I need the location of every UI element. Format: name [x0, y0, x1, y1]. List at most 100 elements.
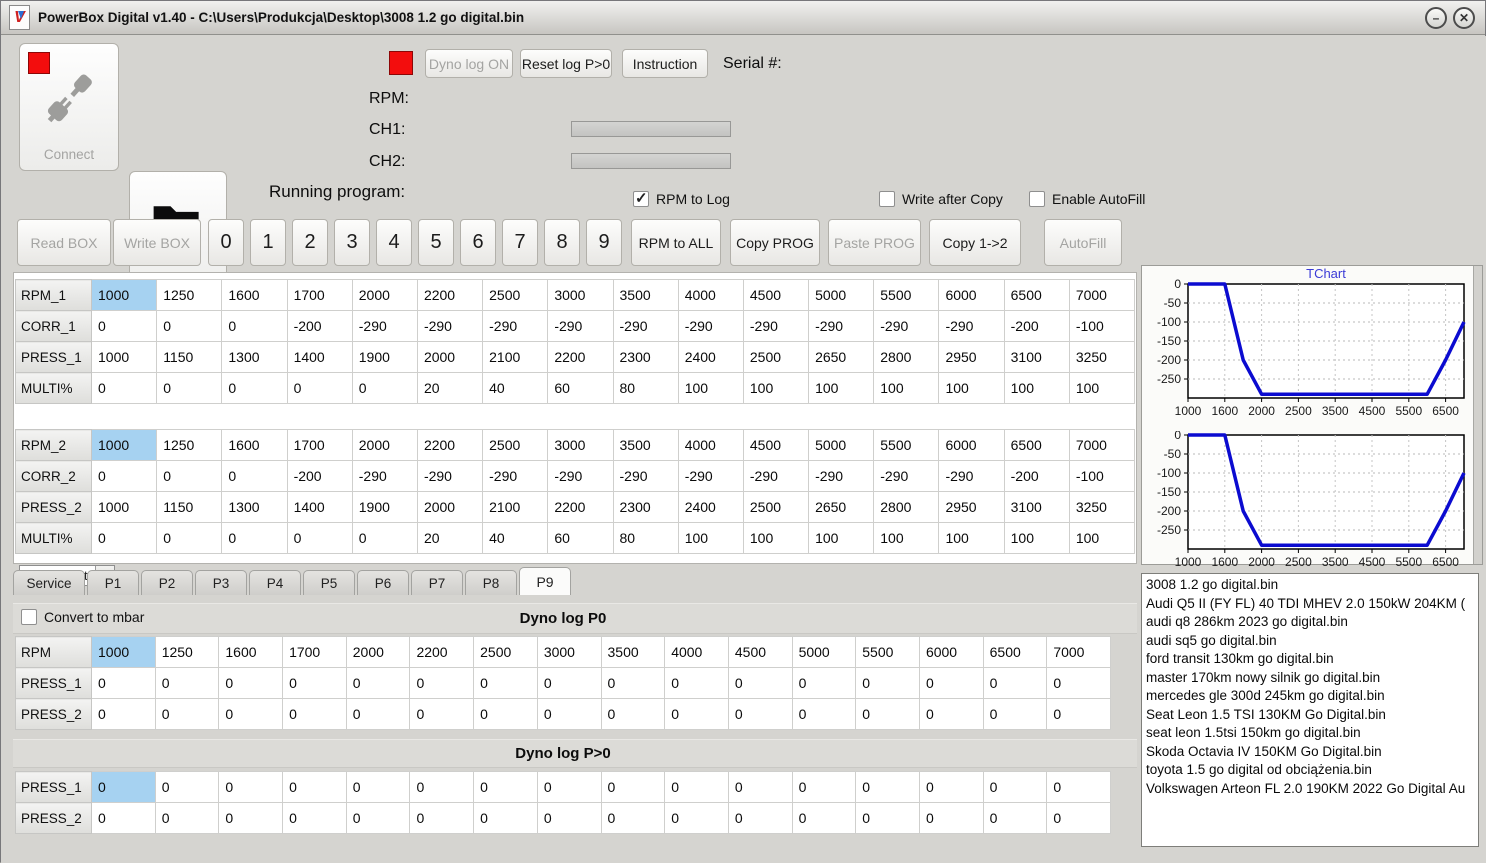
cell-rpm-0[interactable]: 1000: [91, 636, 156, 668]
cell-multi%-3[interactable]: 0: [286, 372, 353, 404]
cell-rpm_2-8[interactable]: 3500: [612, 429, 679, 461]
cell-rpm_2-5[interactable]: 2200: [416, 429, 484, 461]
cell-rpm_1-0[interactable]: 1000: [90, 279, 158, 311]
cell-multi%-15[interactable]: 100: [1068, 372, 1136, 404]
cell-press_2-7[interactable]: 0: [536, 802, 602, 834]
cell-rpm_2-0[interactable]: 1000: [90, 429, 158, 461]
cell-press_2-1[interactable]: 0: [154, 698, 220, 730]
cell-multi%-4[interactable]: 0: [351, 372, 418, 404]
cell-multi%-9[interactable]: 100: [677, 522, 744, 554]
cell-multi%-12[interactable]: 100: [873, 372, 940, 404]
cell-rpm-6[interactable]: 2500: [473, 636, 538, 668]
cell-rpm-5[interactable]: 2200: [409, 636, 475, 668]
cell-press_2-12[interactable]: 0: [855, 698, 920, 730]
digit-1-button[interactable]: 1: [250, 219, 286, 266]
cell-press_1-12[interactable]: 0: [855, 667, 920, 699]
cell-corr_1-1[interactable]: 0: [156, 310, 223, 342]
cell-multi%-2[interactable]: 0: [221, 372, 288, 404]
cell-press_2-0[interactable]: 1000: [90, 491, 158, 523]
cell-press_1-0[interactable]: 0: [91, 771, 156, 803]
digit-6-button[interactable]: 6: [460, 219, 496, 266]
cell-multi%-8[interactable]: 80: [612, 372, 679, 404]
cell-corr_2-7[interactable]: -290: [547, 460, 614, 492]
cell-press_1-13[interactable]: 0: [918, 667, 984, 699]
cell-press_2-15[interactable]: 0: [1046, 802, 1111, 834]
cell-press_2-7[interactable]: 2200: [547, 491, 614, 523]
cell-press_1-8[interactable]: 2300: [612, 341, 679, 373]
cell-rpm_2-1[interactable]: 1250: [156, 429, 223, 461]
cell-multi%-10[interactable]: 100: [742, 372, 810, 404]
cell-corr_1-5[interactable]: -290: [416, 310, 484, 342]
cell-multi%-13[interactable]: 100: [938, 372, 1005, 404]
cell-press_1-3[interactable]: 0: [282, 771, 347, 803]
cell-press_2-0[interactable]: 0: [91, 802, 156, 834]
file-list-item[interactable]: Seat Leon 1.5 TSI 130KM Go Digital.bin: [1146, 706, 1478, 725]
cell-press_2-13[interactable]: 0: [918, 698, 984, 730]
cell-press_2-10[interactable]: 0: [727, 802, 793, 834]
cell-press_2-1[interactable]: 1150: [156, 491, 223, 523]
cell-rpm_2-7[interactable]: 3000: [547, 429, 614, 461]
rpm-to-log-checkbox[interactable]: RPM to Log: [633, 189, 730, 207]
cell-press_1-15[interactable]: 0: [1046, 771, 1111, 803]
cell-press_2-11[interactable]: 2650: [808, 491, 875, 523]
cell-rpm_2-4[interactable]: 2000: [351, 429, 418, 461]
cell-rpm_1-9[interactable]: 4000: [677, 279, 744, 311]
digit-8-button[interactable]: 8: [544, 219, 580, 266]
tab-service[interactable]: Service: [13, 570, 85, 595]
cell-press_1-13[interactable]: 2950: [938, 341, 1005, 373]
file-list-item[interactable]: Skoda Octavia IV 150KM Go Digital.bin: [1146, 743, 1478, 762]
cell-press_2-6[interactable]: 0: [473, 802, 538, 834]
cell-press_2-8[interactable]: 0: [600, 802, 666, 834]
cell-rpm_2-3[interactable]: 1700: [286, 429, 353, 461]
write-after-copy-checkbox[interactable]: Write after Copy: [879, 191, 1003, 207]
digit-5-button[interactable]: 5: [418, 219, 454, 266]
cell-press_2-13[interactable]: 0: [918, 802, 984, 834]
file-list-item[interactable]: master 170km nowy silnik go digital.bin: [1146, 669, 1478, 688]
cell-press_1-2[interactable]: 1300: [221, 341, 288, 373]
minimize-button[interactable]: –: [1425, 7, 1447, 29]
cell-press_2-15[interactable]: 0: [1046, 698, 1111, 730]
cell-rpm_1-14[interactable]: 6500: [1003, 279, 1070, 311]
cell-press_1-8[interactable]: 0: [600, 771, 666, 803]
cell-multi%-11[interactable]: 100: [808, 522, 875, 554]
cell-press_1-3[interactable]: 0: [282, 667, 347, 699]
cell-rpm_2-15[interactable]: 7000: [1068, 429, 1136, 461]
cell-press_1-3[interactable]: 1400: [286, 341, 353, 373]
cell-press_2-14[interactable]: 0: [982, 698, 1048, 730]
digit-3-button[interactable]: 3: [334, 219, 370, 266]
cell-press_1-4[interactable]: 0: [345, 667, 411, 699]
cell-press_2-6[interactable]: 2100: [482, 491, 549, 523]
cell-press_2-1[interactable]: 0: [154, 802, 220, 834]
cell-rpm-14[interactable]: 6500: [982, 636, 1048, 668]
cell-corr_1-13[interactable]: -290: [938, 310, 1005, 342]
cell-corr_1-9[interactable]: -290: [677, 310, 744, 342]
copy-1-2-button[interactable]: Copy 1->2: [929, 219, 1021, 266]
tab-p4[interactable]: P4: [249, 570, 301, 595]
cell-press_2-5[interactable]: 2000: [416, 491, 484, 523]
cell-corr_2-13[interactable]: -290: [938, 460, 1005, 492]
cell-rpm_1-12[interactable]: 5500: [873, 279, 940, 311]
rpm-to-all-button[interactable]: RPM to ALL: [631, 219, 721, 266]
cell-press_1-6[interactable]: 2100: [482, 341, 549, 373]
cell-rpm-9[interactable]: 4000: [664, 636, 729, 668]
cell-press_2-2[interactable]: 0: [218, 802, 284, 834]
file-list-item[interactable]: 3008 1.2 go digital.bin: [1146, 576, 1478, 595]
cell-rpm-2[interactable]: 1600: [218, 636, 284, 668]
digit-4-button[interactable]: 4: [376, 219, 412, 266]
cell-rpm_2-6[interactable]: 2500: [482, 429, 549, 461]
cell-rpm_2-12[interactable]: 5500: [873, 429, 940, 461]
cell-rpm_2-13[interactable]: 6000: [938, 429, 1005, 461]
cell-multi%-13[interactable]: 100: [938, 522, 1005, 554]
cell-press_2-13[interactable]: 2950: [938, 491, 1005, 523]
cell-corr_2-12[interactable]: -290: [873, 460, 940, 492]
cell-rpm-13[interactable]: 6000: [918, 636, 984, 668]
enable-autofill-checkbox[interactable]: Enable AutoFill: [1029, 191, 1145, 207]
cell-press_2-12[interactable]: 2800: [873, 491, 940, 523]
cell-multi%-2[interactable]: 0: [221, 522, 288, 554]
cell-corr_1-2[interactable]: 0: [221, 310, 288, 342]
cell-press_2-14[interactable]: 3100: [1003, 491, 1070, 523]
cell-corr_1-3[interactable]: -200: [286, 310, 353, 342]
cell-multi%-9[interactable]: 100: [677, 372, 744, 404]
cell-multi%-14[interactable]: 100: [1003, 372, 1070, 404]
cell-press_2-4[interactable]: 0: [345, 698, 411, 730]
